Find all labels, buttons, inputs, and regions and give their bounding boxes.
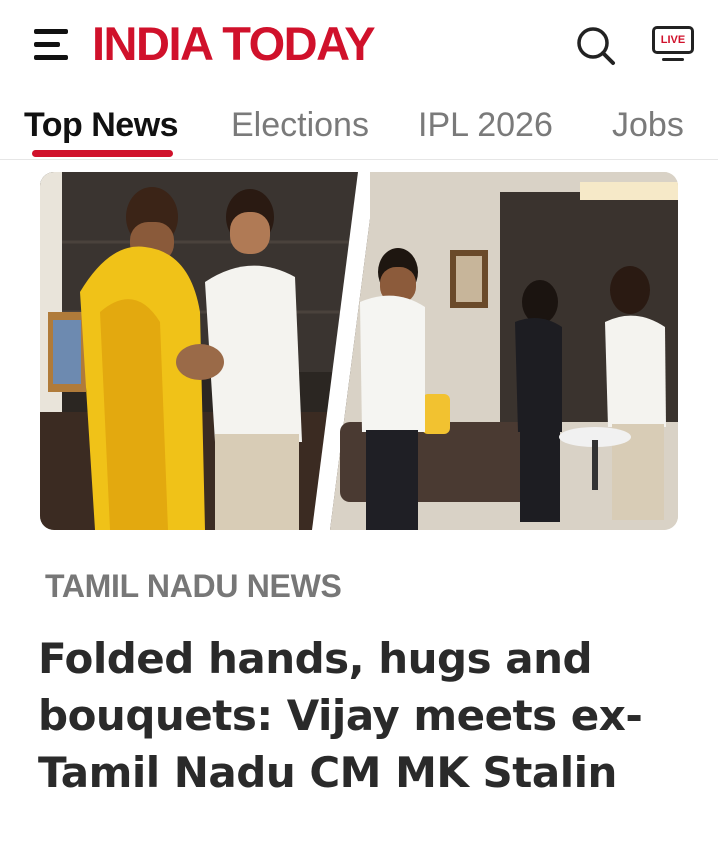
section-tabs: Top News Elections IPL 2026 Jobs bbox=[0, 96, 718, 160]
tab-ipl-2026[interactable]: IPL 2026 bbox=[418, 104, 553, 146]
top-app-bar: INDIA TODAY LIVE bbox=[0, 0, 718, 92]
tab-jobs[interactable]: Jobs bbox=[612, 104, 684, 146]
article-headline[interactable]: Folded hands, hugs and bouquets: Vijay m… bbox=[38, 630, 688, 801]
hamburger-menu-icon[interactable] bbox=[34, 29, 70, 61]
article-category-label[interactable]: TAMIL NADU NEWS bbox=[45, 568, 342, 605]
search-icon[interactable] bbox=[574, 24, 618, 68]
article-hero-image[interactable] bbox=[40, 172, 678, 530]
tab-elections[interactable]: Elections bbox=[231, 104, 369, 146]
live-tv-button[interactable]: LIVE bbox=[652, 26, 696, 64]
tv-icon: LIVE bbox=[652, 26, 694, 54]
tab-top-news[interactable]: Top News bbox=[24, 104, 179, 146]
live-label: LIVE bbox=[660, 34, 686, 46]
india-today-logo[interactable]: INDIA TODAY bbox=[92, 18, 376, 70]
active-tab-indicator bbox=[32, 150, 173, 157]
